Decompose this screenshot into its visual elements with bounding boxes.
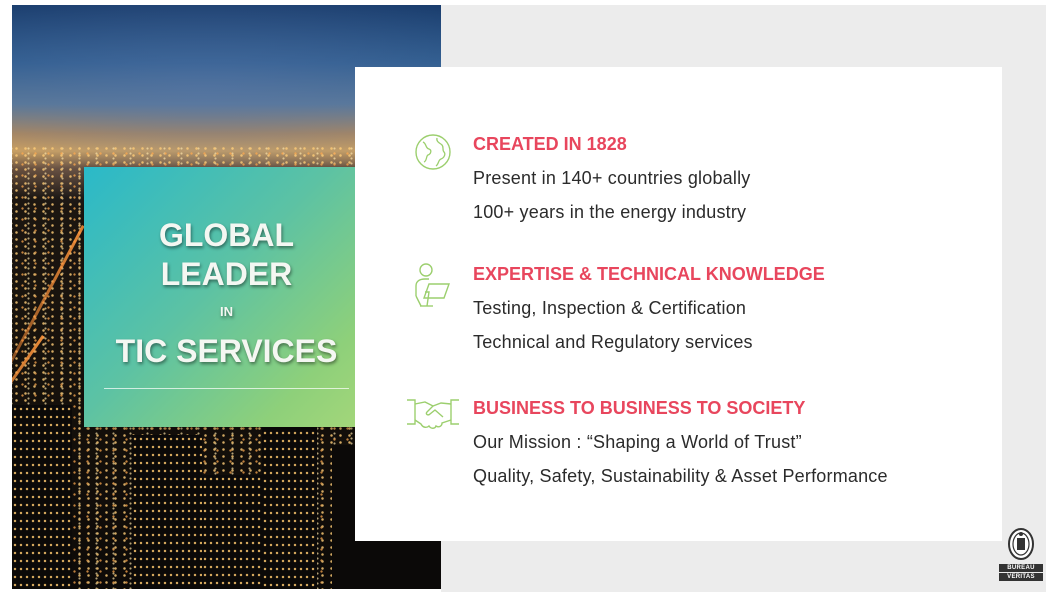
person-laptop-icon [415,263,450,307]
building [12,405,72,589]
section-title: CREATED IN 1828 [473,134,627,154]
section-line: 100+ years in the energy industry [473,202,747,222]
section-title: BUSINESS TO BUSINESS TO SOCIETY [473,398,806,418]
seal-icon [1008,528,1034,560]
section-line: Technical and Regulatory services [473,332,753,352]
section-line: Testing, Inspection & Certification [473,298,747,318]
title-line-4: TIC SERVICES [115,333,338,369]
bureau-veritas-logo: BUREAU VERITAS [999,527,1043,583]
section-line: Quality, Safety, Sustainability & Asset … [473,466,888,486]
section-line: Present in 140+ countries globally [473,168,751,188]
building [202,475,262,589]
logo-text-bottom: VERITAS [999,573,1043,581]
building [132,435,202,589]
title-line-3: IN [220,304,233,319]
title-divider [104,388,349,389]
handshake-icon [407,399,459,429]
globe-icon [415,134,451,170]
title-box: GLOBAL LEADER IN TIC SERVICES [84,167,369,427]
info-card: CREATED IN 1828 Present in 140+ countrie… [355,67,1002,541]
section-line: Our Mission : “Shaping a World of Trust” [473,432,802,452]
title-line-1: GLOBAL [158,217,295,253]
logo-text-top: BUREAU [999,564,1043,572]
section-title: EXPERTISE & TECHNICAL KNOWLEDGE [473,264,825,284]
title-line-2: LEADER [160,256,293,292]
